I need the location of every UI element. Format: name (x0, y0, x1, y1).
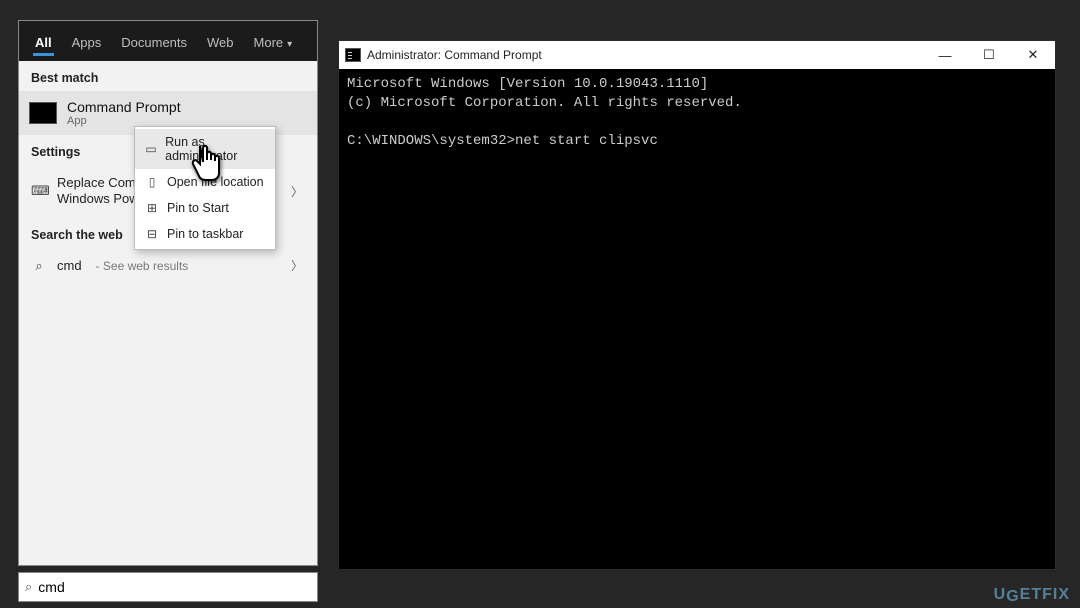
best-match-title: Command Prompt (67, 99, 181, 115)
chevron-right-icon: 〉 (291, 257, 303, 274)
cursor-pointer-icon (190, 142, 224, 185)
pin-icon: ⊟ (145, 227, 159, 241)
best-match-text: Command Prompt App (67, 99, 181, 127)
search-input[interactable] (38, 579, 311, 595)
minimize-button[interactable]: — (923, 41, 967, 69)
tab-web[interactable]: Web (197, 25, 244, 58)
pin-icon: ⊞ (145, 201, 159, 215)
chevron-right-icon: 〉 (291, 183, 303, 200)
search-icon: ⌕ (31, 258, 47, 274)
search-panel-blank (19, 284, 317, 565)
cmd-icon (29, 102, 57, 124)
window-buttons: — ☐ ✕ (923, 41, 1055, 69)
tab-apps[interactable]: Apps (62, 25, 112, 58)
folder-icon: ▯ (145, 175, 159, 189)
web-result-row[interactable]: ⌕ cmd - See web results 〉 (19, 248, 317, 284)
best-match-header: Best match (19, 61, 317, 91)
search-icon: ⌕ (25, 579, 32, 595)
tab-documents[interactable]: Documents (111, 25, 197, 58)
web-suffix: - See web results (96, 259, 189, 273)
terminal-output[interactable]: Microsoft Windows [Version 10.0.19043.11… (339, 69, 1055, 569)
ctx-pin-to-start[interactable]: ⊞ Pin to Start (135, 195, 275, 221)
maximize-button[interactable]: ☐ (967, 41, 1011, 69)
cmd-window-icon (345, 48, 361, 62)
window-title: Administrator: Command Prompt (367, 48, 542, 62)
search-input-bar[interactable]: ⌕ (18, 572, 318, 602)
command-prompt-window: Administrator: Command Prompt — ☐ ✕ Micr… (338, 40, 1056, 570)
tab-more-label: More (254, 35, 284, 50)
tab-more[interactable]: More▾ (244, 25, 303, 58)
close-button[interactable]: ✕ (1011, 41, 1055, 69)
chevron-down-icon: ▾ (287, 39, 292, 50)
titlebar[interactable]: Administrator: Command Prompt — ☐ ✕ (339, 41, 1055, 69)
ctx-label: Pin to Start (167, 201, 229, 215)
tab-all[interactable]: All (25, 25, 62, 58)
ctx-label: Pin to taskbar (167, 227, 243, 241)
start-search-panel: All Apps Documents Web More▾ Best match … (18, 20, 318, 566)
search-tabs: All Apps Documents Web More▾ (19, 21, 317, 61)
admin-shield-icon: ▭ (145, 142, 157, 156)
ctx-pin-to-taskbar[interactable]: ⊟ Pin to taskbar (135, 221, 275, 247)
web-query: cmd (57, 258, 82, 274)
watermark: UGETFIX (994, 586, 1070, 604)
settings-icon: ⌨ (31, 183, 47, 199)
